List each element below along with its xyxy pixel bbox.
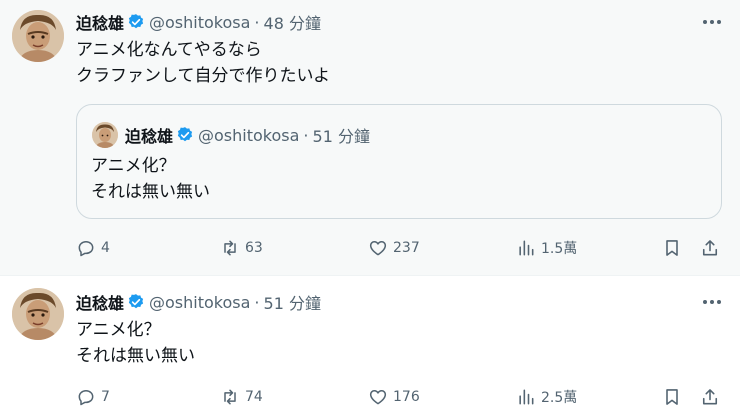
views-chart-icon (519, 389, 534, 405)
share-button[interactable] (700, 236, 725, 260)
share-icon (702, 240, 718, 256)
like-button[interactable]: 237 (368, 236, 420, 260)
reply-icon (78, 241, 94, 257)
retweet-icon (224, 389, 236, 405)
avatar[interactable] (12, 288, 64, 340)
bookmark-button[interactable] (662, 236, 687, 260)
reply-button[interactable]: 4 (76, 236, 110, 260)
more-options-icon[interactable] (698, 12, 726, 32)
tweet-text-line: それは無い無い (76, 346, 195, 366)
heart-icon (369, 241, 387, 256)
views-button[interactable]: 2.5萬 (516, 385, 577, 409)
separator-dot: · (303, 125, 309, 145)
verified-badge-icon (176, 126, 194, 144)
views-button[interactable]: 1.5萬 (516, 236, 577, 260)
tweet-timestamp[interactable]: 48 分鐘 (264, 10, 321, 34)
tweet-timestamp[interactable]: 51 分鐘 (264, 290, 321, 314)
bookmark-icon (666, 389, 678, 405)
views-count: 2.5萬 (541, 390, 578, 406)
verified-badge-icon (127, 13, 145, 31)
more-options-icon[interactable] (698, 292, 726, 312)
retweet-icon (224, 240, 236, 256)
quoted-text-line: それは無い無い (91, 182, 210, 202)
tweet-text-line: アニメ化？ (76, 320, 161, 340)
share-icon (702, 389, 718, 405)
tweet-header: 迫稔雄 @oshitokosa · 51 分鐘 (76, 290, 321, 314)
bookmark-icon (666, 240, 678, 256)
retweet-button[interactable]: 74 (220, 385, 263, 409)
tweet-actions: 7 74 176 2.5萬 (76, 385, 726, 409)
tweet-text-line: アニメ化なんてやるなら (76, 40, 262, 60)
retweet-count: 63 (245, 240, 263, 256)
like-button[interactable]: 176 (368, 385, 420, 409)
quoted-timestamp: 51 分鐘 (312, 127, 370, 146)
retweet-count: 74 (245, 389, 263, 405)
quoted-tweet[interactable]: 迫稔雄 @oshitokosa · 51 分鐘 アニメ化？ それは無い無い (76, 104, 722, 219)
quoted-text: アニメ化？ それは無い無い (91, 153, 210, 205)
tweet-actions: 4 63 237 1.5萬 (76, 236, 726, 260)
like-count: 176 (393, 389, 420, 405)
views-count: 1.5萬 (541, 241, 578, 257)
author-name[interactable]: 迫稔雄 (76, 10, 124, 34)
quoted-header: 迫稔雄 @oshitokosa · 51 分鐘 (125, 124, 370, 147)
reply-icon (78, 390, 94, 406)
verified-badge-icon (127, 293, 145, 311)
reply-button[interactable]: 7 (76, 385, 110, 409)
reply-count: 4 (101, 240, 110, 256)
quoted-text-line: アニメ化？ (91, 156, 176, 176)
bookmark-button[interactable] (662, 385, 687, 409)
author-handle[interactable]: @oshitokosa (149, 293, 250, 312)
share-button[interactable] (700, 385, 725, 409)
retweet-button[interactable]: 63 (220, 236, 263, 260)
tweet-text: アニメ化なんてやるなら クラファンして自分で作りたいよ (76, 37, 330, 89)
tweet-header: 迫稔雄 @oshitokosa · 48 分鐘 (76, 10, 321, 34)
tweet-text-line: クラファンして自分で作りたいよ (76, 66, 331, 86)
reply-count: 7 (101, 389, 110, 405)
quoted-author-name: 迫稔雄 (125, 127, 174, 146)
avatar[interactable] (12, 10, 64, 62)
heart-icon (369, 390, 387, 405)
tweet-text: アニメ化？ それは無い無い (76, 317, 195, 369)
separator-dot: · (254, 12, 260, 32)
author-handle[interactable]: @oshitokosa (149, 13, 250, 32)
views-chart-icon (519, 240, 534, 256)
like-count: 237 (393, 240, 420, 256)
quoted-avatar (92, 122, 118, 148)
quoted-author-handle: @oshitokosa (198, 125, 300, 145)
author-name[interactable]: 迫稔雄 (76, 290, 124, 314)
separator-dot: · (254, 292, 260, 312)
